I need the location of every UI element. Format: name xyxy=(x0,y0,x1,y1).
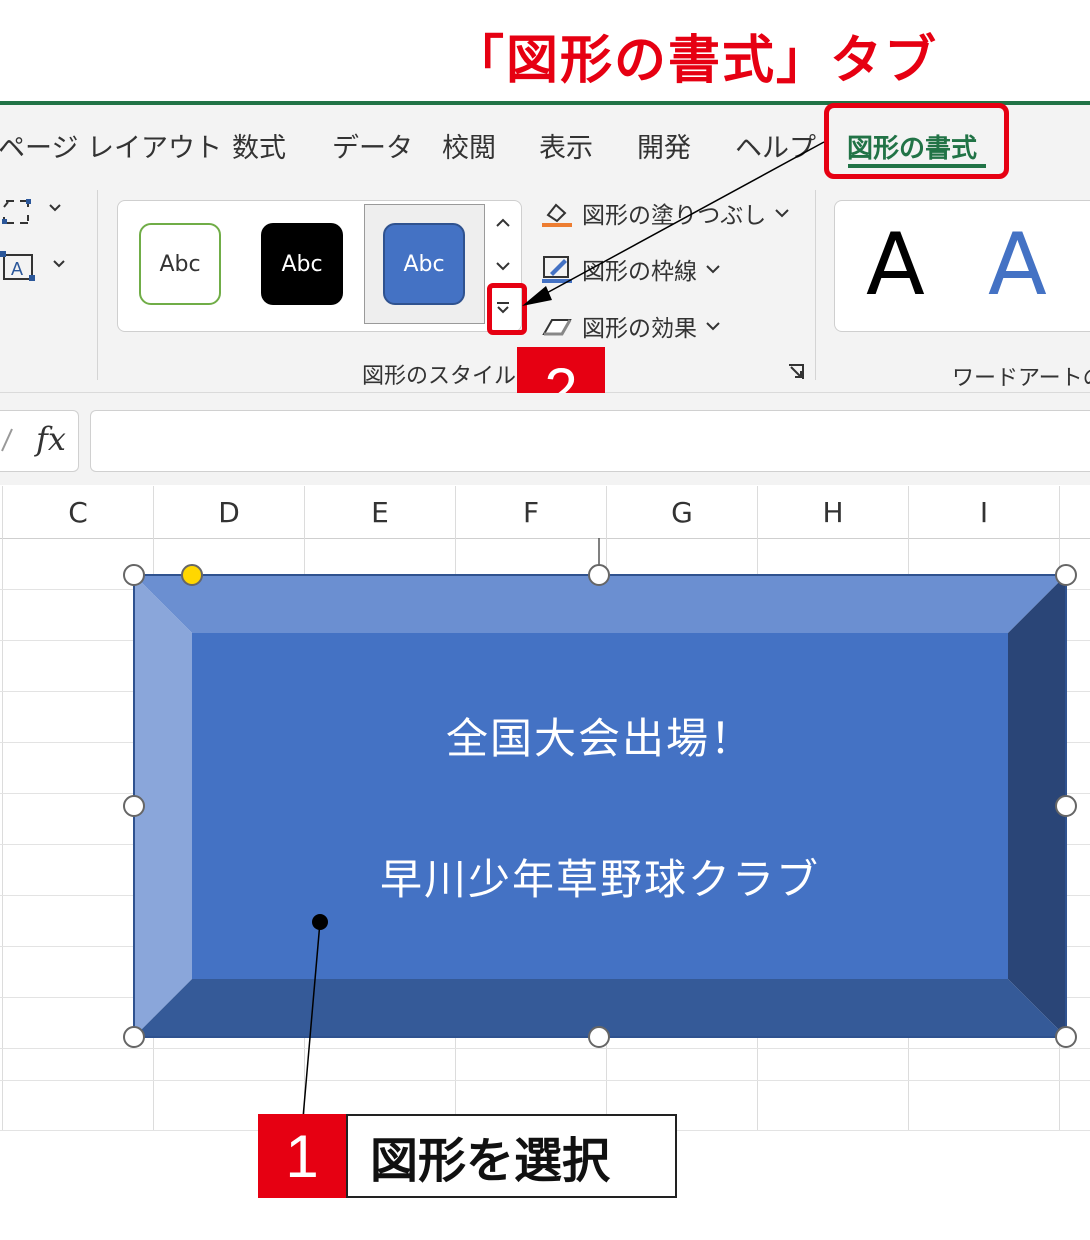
resize-handle xyxy=(123,795,145,817)
step1-leader-dot xyxy=(312,914,328,930)
adjustment-handle xyxy=(181,564,203,586)
step1-label: 図形を選択 xyxy=(346,1114,677,1198)
resize-handle xyxy=(588,1026,610,1048)
shape-text-line2: 早川少年草野球クラブ xyxy=(379,855,820,904)
resize-handle xyxy=(1055,564,1077,586)
resize-handle xyxy=(588,564,610,586)
resize-handle xyxy=(1055,795,1077,817)
resize-handle xyxy=(123,564,145,586)
shape-text-line1: 全国大会出場！ xyxy=(445,714,754,763)
callout-arrow-head xyxy=(522,286,552,306)
resize-handle xyxy=(1055,1026,1077,1048)
resize-handle xyxy=(123,1026,145,1048)
step1-badge: 1 xyxy=(258,1114,346,1198)
callout-arrow-line xyxy=(531,141,825,302)
bevel-rectangle-shape[interactable] xyxy=(0,0,1090,1240)
